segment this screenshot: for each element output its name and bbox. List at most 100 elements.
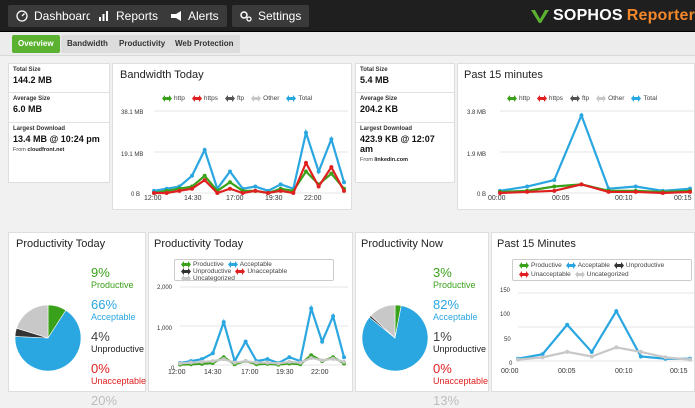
nav-dashboard-label: Dashboard bbox=[34, 9, 93, 23]
largest-download-value: 423.9 KB @ 12:07 am bbox=[360, 134, 435, 154]
data-point-total bbox=[552, 178, 557, 183]
data-point-uncategorized bbox=[688, 357, 692, 362]
tab-web-protection[interactable]: Web Protection bbox=[169, 35, 240, 53]
breakdown-label: Unproductive bbox=[433, 344, 487, 354]
data-point-http bbox=[329, 171, 334, 176]
legend-item-uncategorized[interactable]: Uncategorized bbox=[181, 275, 235, 282]
legend-item-ftp[interactable]: ftp bbox=[569, 95, 589, 102]
legend-item-productive[interactable]: Productive bbox=[181, 261, 224, 268]
x-tick: 00:05 bbox=[558, 368, 576, 375]
data-point-total bbox=[525, 184, 530, 189]
legend-label: Unproductive bbox=[625, 262, 665, 269]
legend-item-ftp[interactable]: ftp bbox=[224, 95, 244, 102]
data-point-https bbox=[552, 188, 557, 193]
legend-item-unproductive[interactable]: Unproductive bbox=[181, 268, 231, 275]
legend-item-uncategorized[interactable]: Uncategorized bbox=[574, 270, 629, 279]
y-tick: 0 B bbox=[477, 192, 487, 198]
data-point-http bbox=[304, 169, 308, 174]
data-point-https bbox=[278, 188, 283, 193]
tab-productivity[interactable]: Productivity bbox=[113, 35, 172, 53]
legend-item-total[interactable]: Total bbox=[286, 95, 312, 102]
nav-settings[interactable]: Settings bbox=[232, 5, 310, 27]
y-tick: 0 bbox=[509, 361, 513, 367]
x-tick: 00:15 bbox=[670, 368, 688, 375]
legend-item-acceptable[interactable]: Acceptable bbox=[565, 261, 610, 270]
largest-download-stat: Largest Download 13.4 MB @ 10:24 pm From… bbox=[9, 123, 109, 179]
data-point-total bbox=[202, 147, 207, 152]
breakdown-percent: 3% bbox=[433, 265, 452, 280]
legend-arrow-icon bbox=[251, 95, 262, 102]
y-tick: 1.9 MB bbox=[467, 152, 487, 158]
legend-label: Total bbox=[298, 95, 313, 102]
data-point-uncategorized bbox=[516, 357, 520, 362]
largest-download-label: Largest Download bbox=[13, 126, 66, 132]
legend-item-other[interactable]: Other bbox=[596, 95, 624, 102]
x-tick: 14:30 bbox=[204, 369, 222, 376]
y-tick: 1,000 bbox=[157, 326, 173, 332]
data-point-https bbox=[304, 160, 308, 165]
largest-download-stat: Largest Download 423.9 KB @ 12:07 am Fro… bbox=[356, 123, 454, 179]
legend-item-total[interactable]: Total bbox=[631, 95, 657, 102]
megaphone-icon bbox=[171, 11, 181, 21]
largest-download-source: From cloudfront.net bbox=[13, 147, 105, 153]
legend-label: Uncategorized bbox=[193, 275, 235, 282]
average-size-value: 204.2 KB bbox=[360, 104, 399, 114]
legend-item-https[interactable]: https bbox=[536, 95, 563, 102]
legend-arrow-icon bbox=[519, 271, 529, 278]
legend-label: http bbox=[174, 95, 185, 102]
data-point-https bbox=[253, 188, 258, 193]
logo-part2: Reporter bbox=[626, 7, 695, 24]
past15-productivity-title: Past 15 Minutes bbox=[497, 238, 576, 250]
data-point-https bbox=[525, 189, 530, 194]
data-point-https bbox=[688, 189, 692, 194]
data-point-acceptable bbox=[589, 349, 594, 354]
legend-arrow-icon bbox=[574, 271, 585, 278]
x-tick: 19:30 bbox=[276, 369, 294, 376]
legend-arrow-icon bbox=[569, 95, 580, 102]
data-point-acceptable bbox=[320, 339, 325, 344]
breakdown-label: Acceptable bbox=[91, 312, 136, 322]
total-size-stat: Total Size 144.2 MB bbox=[9, 64, 109, 93]
data-point-uncategorized bbox=[320, 358, 325, 363]
y-tick: 50 bbox=[504, 337, 511, 343]
x-tick: 22:00 bbox=[304, 195, 322, 202]
x-tick: 17:00 bbox=[241, 369, 259, 376]
y-tick: 38.1 MB bbox=[121, 110, 144, 116]
dashboard-icon bbox=[16, 10, 28, 22]
data-point-acceptable bbox=[565, 322, 570, 327]
legend-item-other[interactable]: Other bbox=[251, 95, 279, 102]
productivity-today-line-panel: Productivity Today Productive Acceptable U… bbox=[148, 232, 353, 392]
breakdown-percent: 20% bbox=[91, 393, 118, 408]
nav-dashboard[interactable]: Dashboard bbox=[8, 5, 101, 27]
legend-arrow-icon bbox=[224, 95, 235, 102]
average-size-label: Average Size bbox=[360, 96, 398, 102]
legend-item-http[interactable]: http bbox=[162, 95, 185, 102]
bandwidth-today-panel: Bandwidth Today http https ftp Other Total 3… bbox=[112, 63, 352, 210]
productivity-legend: Productive Acceptable Unproductive Unaccept… bbox=[512, 259, 692, 281]
data-point-uncategorized bbox=[589, 354, 594, 359]
legend-label: Acceptable bbox=[577, 262, 610, 269]
legend-item-acceptable[interactable]: Acceptable bbox=[227, 261, 272, 268]
data-point-uncategorized bbox=[298, 360, 303, 365]
data-point-https bbox=[215, 191, 220, 195]
data-point-uncategorized bbox=[565, 349, 570, 354]
breakdown-percent: 0% bbox=[91, 361, 110, 376]
nav-alerts[interactable]: Alerts bbox=[162, 5, 227, 27]
legend-item-unproductive[interactable]: Unproductive bbox=[613, 261, 665, 270]
legend-label: Other bbox=[263, 95, 280, 102]
tab-overview[interactable]: Overview bbox=[12, 35, 60, 53]
legend-label: Uncategorized bbox=[586, 271, 629, 278]
legend-item-unacceptable[interactable]: Unacceptable bbox=[235, 268, 287, 275]
legend-item-https[interactable]: https bbox=[191, 95, 218, 102]
data-point-https bbox=[228, 186, 232, 191]
sub-tab-bar: Overview Bandwidth Productivity Web Prot… bbox=[0, 32, 695, 56]
series-line-total bbox=[499, 112, 691, 192]
legend-item-http[interactable]: http bbox=[507, 95, 530, 102]
data-point-uncategorized bbox=[254, 360, 259, 365]
breakdown-percent: 66% bbox=[91, 297, 118, 312]
legend-item-unacceptable[interactable]: Unacceptable bbox=[519, 270, 571, 279]
legend-item-productive[interactable]: Productive bbox=[519, 261, 562, 270]
productivity-now-pie-chart bbox=[361, 304, 429, 372]
nav-reports[interactable]: Reports bbox=[90, 5, 167, 27]
tab-bandwidth[interactable]: Bandwidth bbox=[61, 35, 114, 53]
